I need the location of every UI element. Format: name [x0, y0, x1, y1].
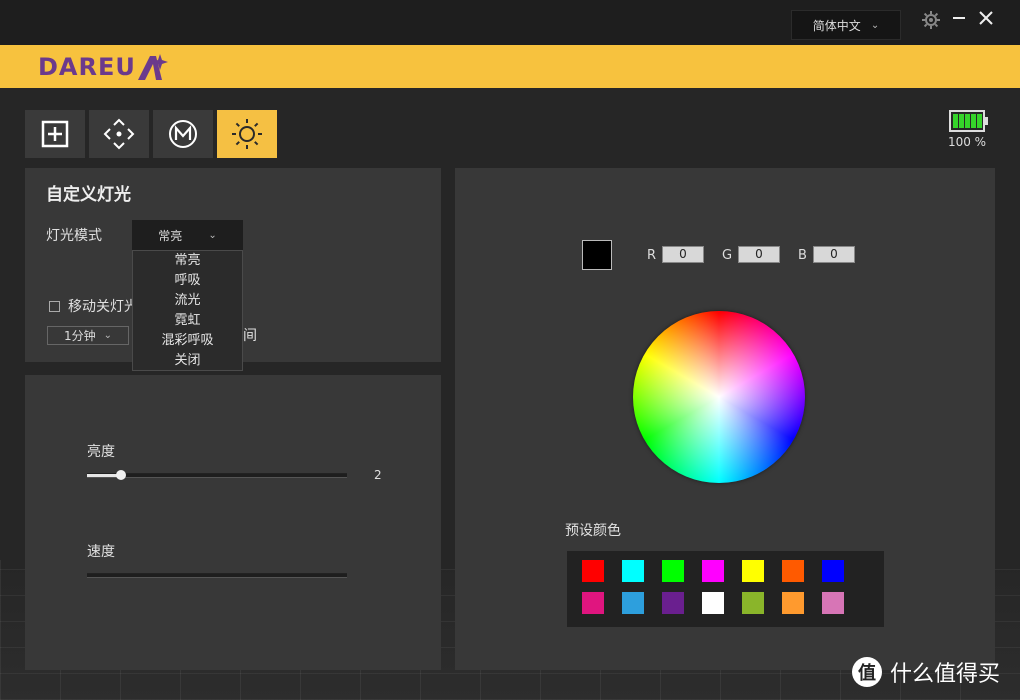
mode-option[interactable]: 常亮	[133, 251, 242, 271]
light-mode-select[interactable]: 常亮 ⌄	[132, 220, 243, 250]
add-square-icon	[41, 120, 69, 148]
preset-color-swatch[interactable]	[662, 592, 684, 614]
logo-a-mark-icon	[137, 54, 168, 80]
mode-option[interactable]: 流光	[133, 291, 242, 311]
light-mode-label: 灯光模式	[46, 228, 102, 244]
battery-cell	[953, 114, 958, 128]
battery-cell	[959, 114, 964, 128]
current-color-swatch	[582, 240, 612, 270]
r-label: R	[647, 248, 657, 263]
mode-option[interactable]: 关闭	[133, 351, 242, 371]
minimize-icon[interactable]	[949, 8, 969, 28]
preset-color-swatch[interactable]	[742, 592, 764, 614]
preset-color-swatch[interactable]	[622, 560, 644, 582]
b-input[interactable]: 0	[813, 246, 855, 263]
chevron-down-icon: ⌄	[208, 229, 217, 241]
gear-icon[interactable]	[921, 10, 941, 30]
tab-lighting[interactable]	[217, 110, 277, 158]
preset-color-swatch[interactable]	[662, 560, 684, 582]
watermark-text: 什么值得买	[890, 662, 1001, 687]
close-icon[interactable]	[976, 8, 996, 28]
chevron-down-icon: ⌄	[870, 19, 880, 31]
dareu-logo: DAREU	[38, 52, 170, 82]
speed-label: 速度	[87, 544, 115, 560]
brightness-sun-icon	[232, 119, 262, 149]
language-label: 简体中文	[812, 18, 861, 33]
battery-cell	[971, 114, 976, 128]
preset-color-swatch[interactable]	[822, 560, 844, 582]
g-label: G	[722, 248, 733, 263]
b-label: B	[798, 248, 807, 263]
battery-icon	[949, 110, 988, 132]
mode-option[interactable]: 混彩呼吸	[133, 331, 242, 351]
move-off-checkbox[interactable]	[49, 301, 60, 312]
battery-percent: 100 %	[947, 135, 987, 149]
tab-dpi[interactable]	[89, 110, 149, 158]
light-mode-dropdown: 常亮 呼吸 流光 霓虹 混彩呼吸 关闭	[132, 250, 243, 371]
preset-color-swatch[interactable]	[782, 560, 804, 582]
watermark-badge: 值	[852, 657, 882, 687]
move-off-label: 移动关灯光	[68, 299, 138, 315]
g-input[interactable]: 0	[738, 246, 780, 263]
color-wheel[interactable]	[633, 311, 805, 483]
watermark: 值 什么值得买	[852, 656, 1000, 688]
speed-slider[interactable]	[87, 573, 347, 578]
preset-colors-label: 预设颜色	[565, 523, 621, 539]
off-time-value: 1分钟	[63, 329, 96, 343]
color-panel: R 0 G 0 B 0 预设颜色	[455, 168, 995, 670]
preset-color-swatch[interactable]	[582, 592, 604, 614]
preset-color-swatch[interactable]	[582, 560, 604, 582]
preset-color-swatch[interactable]	[822, 592, 844, 614]
tab-macro[interactable]	[153, 110, 213, 158]
battery-cell	[965, 114, 970, 128]
language-select[interactable]: 简体中文 ⌄	[791, 10, 901, 40]
preset-color-swatch[interactable]	[702, 592, 724, 614]
move-arrows-icon	[103, 118, 135, 150]
preset-color-swatch[interactable]	[622, 592, 644, 614]
brightness-value: 2	[374, 468, 382, 482]
logo-text: DAREU	[38, 53, 136, 81]
off-time-suffix: 间	[243, 328, 257, 344]
title-bar: 简体中文 ⌄	[0, 0, 1020, 45]
preset-color-swatch[interactable]	[702, 560, 724, 582]
panel-title: 自定义灯光	[46, 185, 131, 205]
preset-colors-grid	[567, 551, 884, 627]
preset-color-swatch[interactable]	[782, 592, 804, 614]
brightness-slider[interactable]	[87, 470, 347, 480]
chevron-down-icon: ⌄	[103, 330, 113, 341]
off-time-select[interactable]: 1分钟 ⌄	[47, 326, 129, 345]
tab-keys[interactable]	[25, 110, 85, 158]
sliders-panel: 亮度 2 速度	[25, 375, 441, 670]
light-mode-value: 常亮	[158, 228, 183, 243]
battery-cell	[977, 114, 982, 128]
brightness-label: 亮度	[87, 444, 115, 460]
mode-option[interactable]: 呼吸	[133, 271, 242, 291]
macro-m-icon	[169, 120, 197, 148]
mode-option[interactable]: 霓虹	[133, 311, 242, 331]
brightness-slider-knob[interactable]	[115, 470, 126, 480]
r-input[interactable]: 0	[662, 246, 704, 263]
preset-color-swatch[interactable]	[742, 560, 764, 582]
